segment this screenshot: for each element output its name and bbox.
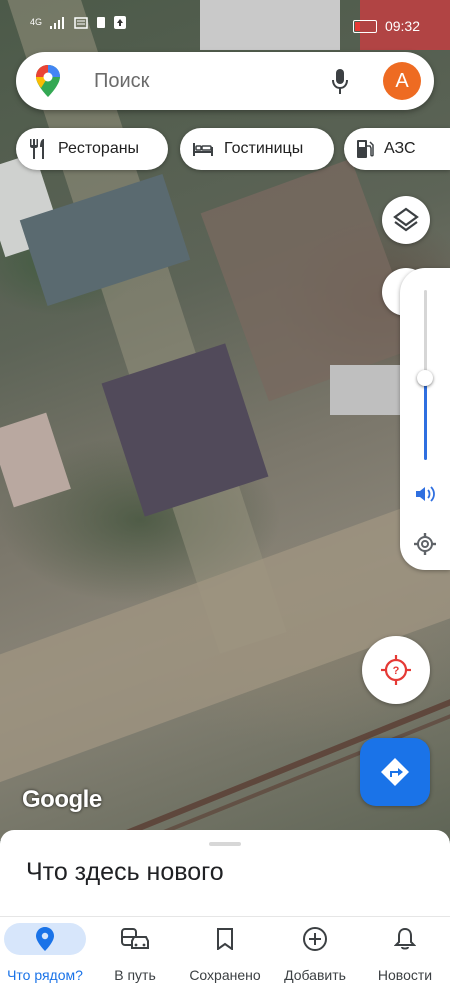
network-indicator: 4G: [30, 17, 43, 27]
layers-button[interactable]: [382, 196, 430, 244]
chip-restaurants[interactable]: Рестораны: [16, 128, 168, 170]
clock: 09:32: [384, 18, 420, 34]
bell-icon: [394, 927, 416, 950]
bookmark-icon: [217, 928, 233, 950]
message-icon: [74, 16, 88, 29]
commute-icon: [121, 928, 149, 949]
locate-icon: ?: [381, 655, 411, 685]
map-building: [330, 365, 400, 415]
search-input[interactable]: Поиск: [94, 70, 149, 93]
google-attribution: Google: [22, 786, 102, 813]
search-bar[interactable]: Поиск A: [16, 52, 434, 110]
nav-updates[interactable]: Новости: [360, 917, 450, 996]
chip-hotels[interactable]: Гостиницы: [180, 128, 334, 170]
layers-icon: [393, 207, 419, 232]
add-circle-icon: [303, 927, 327, 951]
signal-icon: [50, 16, 65, 29]
directions-button[interactable]: [360, 738, 430, 806]
volume-level: [424, 378, 427, 460]
volume-icon[interactable]: [414, 484, 436, 504]
nav-contribute[interactable]: Добавить: [270, 917, 360, 996]
nav-label: Новости: [377, 967, 433, 983]
sim-icon: [97, 17, 106, 28]
location-pin-icon: [36, 927, 54, 951]
bed-icon: [193, 143, 213, 156]
nav-label: Сохранено: [189, 967, 261, 983]
chip-label: Рестораны: [58, 140, 140, 157]
gear-icon[interactable]: [413, 532, 437, 556]
gas-station-icon: [357, 140, 374, 158]
my-location-button[interactable]: ?: [362, 636, 430, 704]
status-bar: 4G 09:32: [0, 0, 450, 44]
map-building: [0, 412, 71, 508]
nav-label: Что рядом?: [7, 967, 83, 983]
sheet-title: Что здесь нового: [26, 858, 224, 886]
satellite-map[interactable]: [0, 0, 450, 840]
fork-knife-icon: [30, 139, 44, 159]
chip-gas-stations[interactable]: АЗС: [344, 128, 450, 170]
account-avatar[interactable]: A: [383, 62, 421, 100]
chip-label: Гостиницы: [224, 140, 304, 157]
nav-commute[interactable]: В путь: [90, 917, 180, 996]
bottom-navigation: Что рядом? В путь Сохранено Добавить Нов…: [0, 916, 450, 996]
volume-slider-handle[interactable]: [417, 370, 433, 386]
nav-label: В путь: [114, 967, 156, 983]
nav-explore[interactable]: Что рядом?: [0, 917, 90, 996]
upload-icon: [114, 16, 127, 29]
bottom-sheet[interactable]: Что здесь нового: [0, 830, 450, 920]
nav-label: Добавить: [284, 967, 346, 983]
volume-panel[interactable]: [400, 268, 450, 570]
chip-label: АЗС: [384, 140, 416, 157]
directions-icon: [381, 758, 409, 786]
svg-text:?: ?: [393, 665, 400, 677]
microphone-icon[interactable]: [330, 68, 350, 96]
sheet-drag-handle[interactable]: [209, 842, 241, 846]
nav-saved[interactable]: Сохранено: [180, 917, 270, 996]
battery-icon: [352, 19, 377, 33]
google-maps-logo-icon: [36, 65, 60, 97]
